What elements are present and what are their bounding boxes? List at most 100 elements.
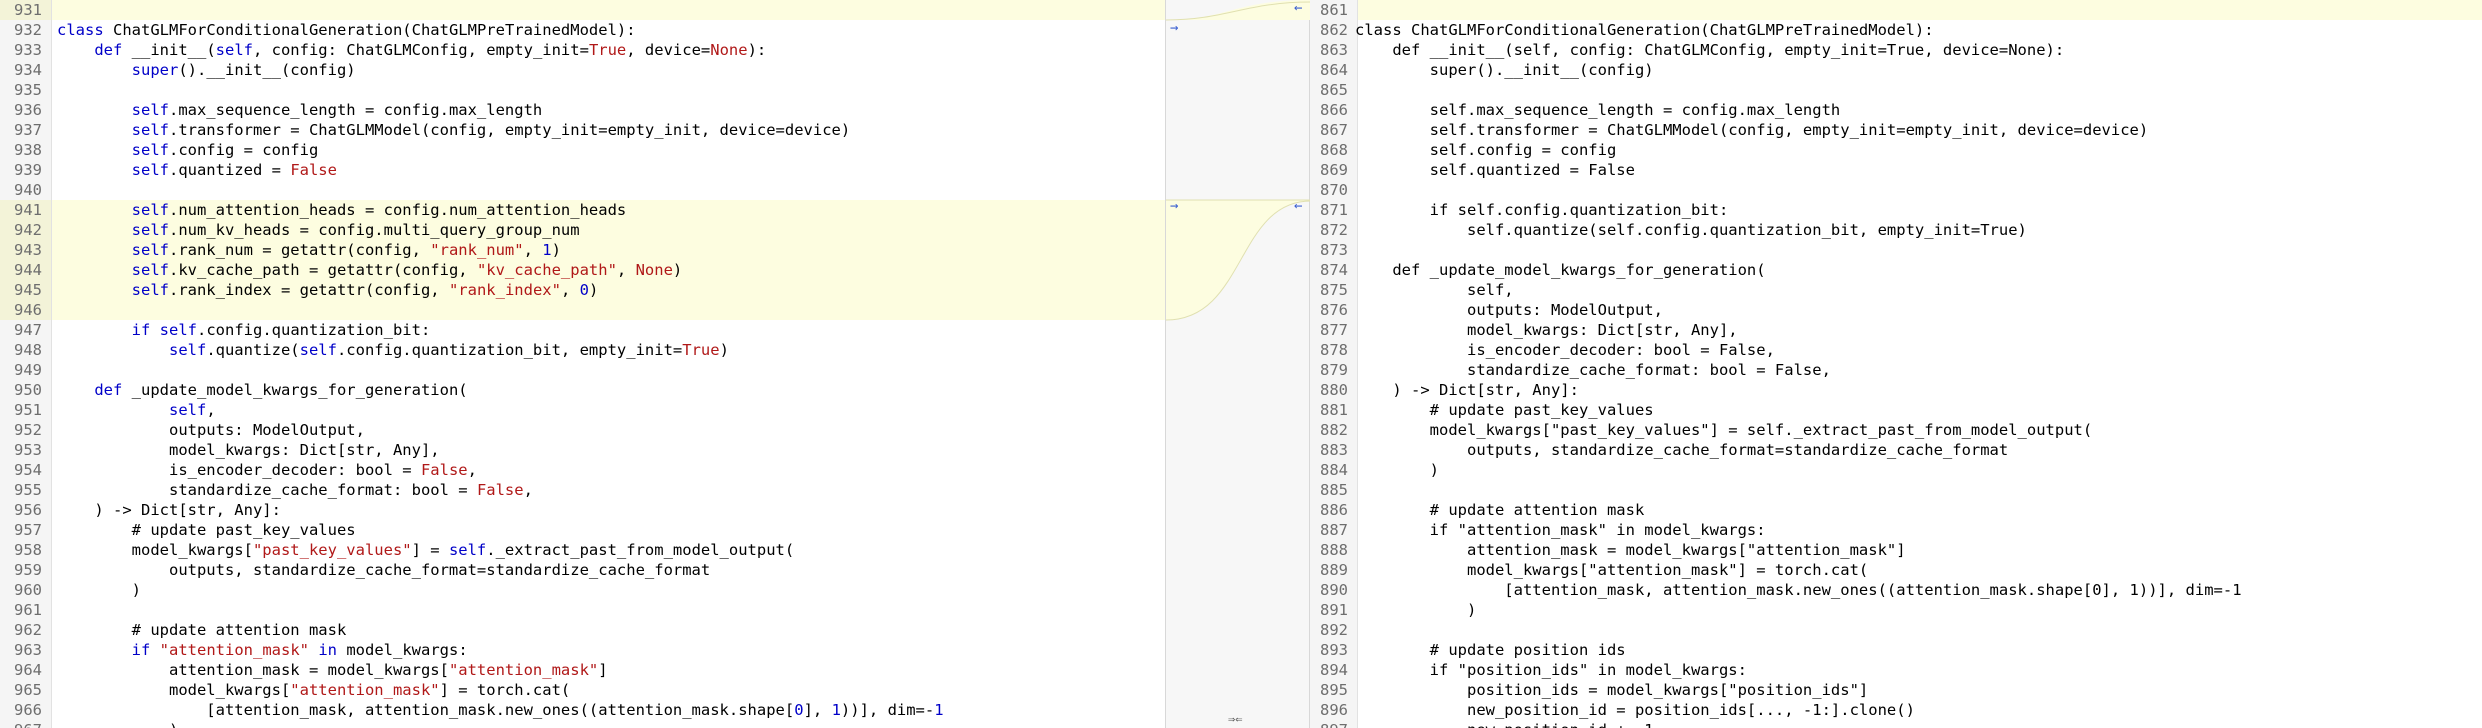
code-line[interactable]: 865 — [1310, 80, 2482, 100]
code-text: outputs: ModelOutput, — [57, 421, 365, 439]
code-line[interactable]: 957 # update past_key_values — [0, 520, 1165, 540]
left-code-pane[interactable]: 931 932 class ChatGLMForConditionalGenerat… — [0, 0, 1165, 728]
code-line[interactable]: 967 ) — [0, 720, 1165, 728]
code-line[interactable]: 958 model_kwargs["past_key_values"] = se… — [0, 540, 1165, 560]
code-line[interactable]: 962 # update attention mask — [0, 620, 1165, 640]
right-code-pane[interactable]: 861 862 class ChatGLMForConditionalGenerat… — [1310, 0, 2482, 728]
line-number: 889 — [1310, 560, 1358, 580]
code-line[interactable]: 941 self.num_attention_heads = config.nu… — [0, 200, 1165, 220]
code-line[interactable]: 872 self.quantize(self.config.quantizati… — [1310, 220, 2482, 240]
code-text: self, — [1355, 281, 1514, 299]
diff-gutter: → ← → ← ⇒⇐ — [1165, 0, 1311, 728]
line-number: 886 — [1310, 500, 1358, 520]
code-line[interactable]: 961 — [0, 600, 1165, 620]
code-line[interactable]: 874 def _update_model_kwargs_for_generat… — [1310, 260, 2482, 280]
code-line[interactable]: 894 if "position_ids" in model_kwargs: — [1310, 660, 2482, 680]
code-line[interactable]: 956 ) -> Dict[str, Any]: — [0, 500, 1165, 520]
code-line[interactable]: 880 ) -> Dict[str, Any]: — [1310, 380, 2482, 400]
code-line[interactable]: 932 class ChatGLMForConditionalGeneration… — [0, 20, 1165, 40]
code-line[interactable]: 959 outputs, standardize_cache_format=st… — [0, 560, 1165, 580]
line-number: 933 — [0, 40, 52, 60]
line-number: 877 — [1310, 320, 1358, 340]
code-line[interactable]: 937 self.transformer = ChatGLMModel(conf… — [0, 120, 1165, 140]
copy-right-arrow-icon[interactable]: → — [1170, 196, 1178, 216]
code-line[interactable]: 960 ) — [0, 580, 1165, 600]
code-line[interactable]: 883 outputs, standardize_cache_format=st… — [1310, 440, 2482, 460]
code-line[interactable]: 947 if self.config.quantization_bit: — [0, 320, 1165, 340]
code-line[interactable]: 952 outputs: ModelOutput, — [0, 420, 1165, 440]
code-line[interactable]: 888 attention_mask = model_kwargs["atten… — [1310, 540, 2482, 560]
code-line[interactable]: 943 self.rank_num = getattr(config, "ran… — [0, 240, 1165, 260]
code-line[interactable]: 861 — [1310, 0, 2482, 20]
code-text: standardize_cache_format: bool = False, — [1355, 361, 1831, 379]
code-line[interactable]: 863 def __init__(self, config: ChatGLMCo… — [1310, 40, 2482, 60]
code-line[interactable]: 949 — [0, 360, 1165, 380]
code-line[interactable]: 936 self.max_sequence_length = config.ma… — [0, 100, 1165, 120]
line-number: 957 — [0, 520, 52, 540]
code-line[interactable]: 881 # update past_key_values — [1310, 400, 2482, 420]
code-line[interactable]: 955 standardize_cache_format: bool = Fal… — [0, 480, 1165, 500]
code-line[interactable]: 934 super().__init__(config) — [0, 60, 1165, 80]
code-line[interactable]: 935 — [0, 80, 1165, 100]
code-line[interactable]: 931 — [0, 0, 1165, 20]
code-line[interactable]: 895 position_ids = model_kwargs["positio… — [1310, 680, 2482, 700]
code-line[interactable]: 951 self, — [0, 400, 1165, 420]
code-line[interactable]: 893 # update position ids — [1310, 640, 2482, 660]
code-line[interactable]: 891 ) — [1310, 600, 2482, 620]
code-text: ) — [57, 720, 178, 728]
line-number: 941 — [0, 200, 52, 220]
code-line[interactable]: 933 def __init__(self, config: ChatGLMCo… — [0, 40, 1165, 60]
code-line[interactable]: 940 — [0, 180, 1165, 200]
code-line[interactable]: 938 self.config = config — [0, 140, 1165, 160]
code-line[interactable]: 892 — [1310, 620, 2482, 640]
code-text: if "attention_mask" in model_kwargs: — [1355, 521, 1766, 539]
code-text: model_kwargs["attention_mask"] = torch.c… — [57, 681, 571, 699]
code-line[interactable]: 890 [attention_mask, attention_mask.new_… — [1310, 580, 2482, 600]
copy-left-arrow-icon[interactable]: ← — [1294, 196, 1302, 216]
copy-right-arrow-icon[interactable]: → — [1170, 18, 1178, 38]
code-line[interactable]: 953 model_kwargs: Dict[str, Any], — [0, 440, 1165, 460]
line-number: 946 — [0, 300, 52, 320]
code-line[interactable]: 965 model_kwargs["attention_mask"] = tor… — [0, 680, 1165, 700]
code-line[interactable]: 864 super().__init__(config) — [1310, 60, 2482, 80]
code-line[interactable]: 868 self.config = config — [1310, 140, 2482, 160]
code-line[interactable]: 887 if "attention_mask" in model_kwargs: — [1310, 520, 2482, 540]
code-line[interactable]: 873 — [1310, 240, 2482, 260]
code-line[interactable]: 875 self, — [1310, 280, 2482, 300]
code-line[interactable]: 870 — [1310, 180, 2482, 200]
code-text: self.transformer = ChatGLMModel(config, … — [131, 121, 851, 139]
code-line[interactable]: 954 is_encoder_decoder: bool = False, — [0, 460, 1165, 480]
code-text: ) — [1355, 461, 1439, 479]
code-line[interactable]: 889 model_kwargs["attention_mask"] = tor… — [1310, 560, 2482, 580]
line-number: 865 — [1310, 80, 1358, 100]
code-line[interactable]: 878 is_encoder_decoder: bool = False, — [1310, 340, 2482, 360]
code-line[interactable]: 896 new_position_id = position_ids[..., … — [1310, 700, 2482, 720]
code-line[interactable]: 869 self.quantized = False — [1310, 160, 2482, 180]
line-number: 868 — [1310, 140, 1358, 160]
code-line[interactable]: 867 self.transformer = ChatGLMModel(conf… — [1310, 120, 2482, 140]
code-line[interactable]: 879 standardize_cache_format: bool = Fal… — [1310, 360, 2482, 380]
line-number: 887 — [1310, 520, 1358, 540]
code-line[interactable]: 877 model_kwargs: Dict[str, Any], — [1310, 320, 2482, 340]
merge-arrows-icon[interactable]: ⇒⇐ — [1228, 712, 1242, 726]
code-line[interactable]: 886 # update attention mask — [1310, 500, 2482, 520]
code-line[interactable]: 866 self.max_sequence_length = config.ma… — [1310, 100, 2482, 120]
copy-left-arrow-icon[interactable]: ← — [1294, 0, 1302, 18]
code-line[interactable]: 882 model_kwargs["past_key_values"] = se… — [1310, 420, 2482, 440]
code-line[interactable]: 964 attention_mask = model_kwargs["atten… — [0, 660, 1165, 680]
code-line[interactable]: 884 ) — [1310, 460, 2482, 480]
code-line[interactable]: 944 self.kv_cache_path = getattr(config,… — [0, 260, 1165, 280]
code-line[interactable]: 948 self.quantize(self.config.quantizati… — [0, 340, 1165, 360]
code-line[interactable]: 871 if self.config.quantization_bit: — [1310, 200, 2482, 220]
code-line[interactable]: 939 self.quantized = False — [0, 160, 1165, 180]
code-line[interactable]: 876 outputs: ModelOutput, — [1310, 300, 2482, 320]
code-line[interactable]: 942 self.num_kv_heads = config.multi_que… — [0, 220, 1165, 240]
code-line[interactable]: 963 if "attention_mask" in model_kwargs: — [0, 640, 1165, 660]
code-line[interactable]: 950 def _update_model_kwargs_for_generat… — [0, 380, 1165, 400]
code-line[interactable]: 946 — [0, 300, 1165, 320]
code-line[interactable]: 862 class ChatGLMForConditionalGeneration… — [1310, 20, 2482, 40]
code-line[interactable]: 966 [attention_mask, attention_mask.new_… — [0, 700, 1165, 720]
code-line[interactable]: 897 new_position_id += 1 — [1310, 720, 2482, 728]
code-line[interactable]: 885 — [1310, 480, 2482, 500]
code-line[interactable]: 945 self.rank_index = getattr(config, "r… — [0, 280, 1165, 300]
